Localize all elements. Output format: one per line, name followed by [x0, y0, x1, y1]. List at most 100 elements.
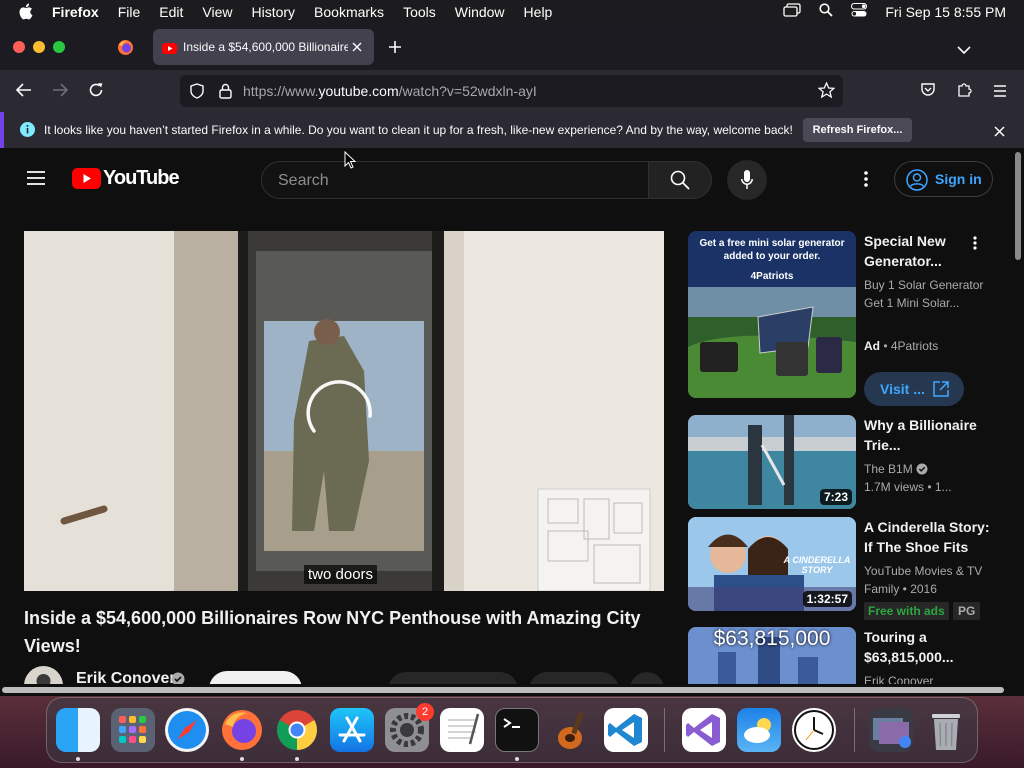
guide-menu-icon[interactable]: [26, 170, 46, 191]
menu-bar: Firefox File Edit View History Bookmarks…: [0, 0, 1024, 23]
close-tab-icon[interactable]: [351, 40, 363, 58]
info-icon: [20, 122, 35, 142]
close-window-button[interactable]: [13, 41, 25, 53]
firefox-running-dot: [240, 757, 244, 761]
apple-icon[interactable]: [18, 3, 36, 20]
weather-icon[interactable]: [737, 708, 781, 752]
voice-search-button[interactable]: [727, 160, 767, 200]
close-notification-icon[interactable]: [994, 124, 1005, 142]
menu-app-name[interactable]: Firefox: [52, 4, 99, 20]
url-text[interactable]: https://www.youtube.com/watch?v=52wdxln-…: [243, 83, 537, 99]
video-duration: 7:23: [819, 489, 852, 505]
search-placeholder: Search: [278, 172, 329, 189]
external-link-icon: [932, 380, 950, 403]
window-overlap-icon[interactable]: [783, 3, 802, 20]
extensions-puzzle-icon[interactable]: [956, 81, 973, 103]
vertical-scrollbar[interactable]: [1012, 148, 1024, 696]
chrome-icon[interactable]: [275, 708, 319, 752]
chrome-running-dot: [295, 757, 299, 761]
menu-help[interactable]: Help: [524, 4, 553, 20]
zoom-window-button[interactable]: [53, 41, 65, 53]
finder-icon[interactable]: [56, 708, 100, 752]
video-thumbnail-b1m[interactable]: 7:23: [688, 415, 856, 509]
menu-window[interactable]: Window: [455, 4, 505, 20]
textedit-icon[interactable]: [440, 708, 484, 752]
dock-separator: [664, 708, 665, 752]
safari-icon[interactable]: [165, 708, 209, 752]
settings-notification-badge: 2: [416, 703, 434, 721]
lock-icon[interactable]: [219, 83, 232, 104]
video-title-cinderella[interactable]: A Cinderella Story: If The Shoe Fits: [864, 517, 994, 557]
trash-icon[interactable]: [924, 708, 968, 752]
sign-in-button[interactable]: Sign in: [894, 161, 993, 197]
spotlight-search-icon[interactable]: [819, 3, 834, 20]
terminal-icon[interactable]: [495, 708, 539, 752]
vscode-icon[interactable]: [604, 708, 648, 752]
reload-icon[interactable]: [88, 82, 104, 103]
horizontal-scroll-thumb[interactable]: [2, 687, 1004, 693]
downloads-stack-icon[interactable]: [869, 708, 913, 752]
menubar-clock[interactable]: Fri Sep 15 8:55 PM: [885, 4, 1006, 20]
ad-thumbnail-text: Get a free mini solar generator added to…: [699, 238, 845, 262]
dock-separator: [854, 708, 855, 752]
firefox-view-icon[interactable]: [117, 39, 134, 61]
account-circle-icon: [906, 169, 928, 196]
thumbnail-title-text: A CINDERELLA STORY: [783, 555, 851, 575]
tab-strip: Inside a $54,600,000 Billionaire: [0, 23, 1024, 70]
list-all-tabs-icon[interactable]: [957, 42, 971, 60]
video-title-touring[interactable]: Touring a $63,815,000...: [864, 627, 994, 667]
control-center-icon[interactable]: [851, 3, 868, 20]
youtube-logo-icon[interactable]: [72, 168, 101, 194]
refresh-firefox-button[interactable]: Refresh Firefox...: [803, 118, 912, 142]
visual-studio-icon[interactable]: [682, 708, 726, 752]
pocket-icon[interactable]: [920, 82, 936, 103]
tab-active[interactable]: Inside a $54,600,000 Billionaire: [153, 29, 374, 65]
settings-more-icon[interactable]: [864, 171, 868, 192]
youtube-logo-text[interactable]: YouTube: [103, 167, 180, 190]
forward-arrow-icon[interactable]: [52, 82, 69, 103]
menu-bookmarks[interactable]: Bookmarks: [314, 4, 384, 20]
video-frame: [24, 231, 664, 591]
firefox-dock-icon[interactable]: [220, 708, 264, 752]
video-channel-b1m: The B1M: [864, 460, 994, 480]
ad-thumbnail-brand: 4Patriots: [750, 271, 794, 282]
sign-in-label: Sign in: [935, 171, 982, 187]
back-arrow-icon[interactable]: [15, 82, 32, 103]
video-title-b1m[interactable]: Why a Billionaire Trie...: [864, 415, 994, 455]
menu-history[interactable]: History: [251, 4, 295, 20]
youtube-masthead: YouTube Search Sign in: [0, 148, 1012, 208]
launchpad-icon[interactable]: [111, 708, 155, 752]
video-stats-b1m: 1.7M views • 1...: [864, 480, 952, 494]
video-duration: 1:32:57: [802, 591, 852, 607]
thumbnail-price-text: $63,815,000: [713, 627, 831, 650]
new-tab-icon[interactable]: [388, 40, 402, 59]
app-menu-hamburger-icon[interactable]: [993, 84, 1007, 102]
menu-edit[interactable]: Edit: [159, 4, 183, 20]
bookmark-star-icon[interactable]: [817, 81, 836, 104]
minimize-window-button[interactable]: [33, 41, 45, 53]
terminal-running-dot: [515, 757, 519, 761]
menu-view[interactable]: View: [202, 4, 232, 20]
tracking-shield-icon[interactable]: [190, 83, 204, 104]
app-store-icon[interactable]: [330, 708, 374, 752]
search-input[interactable]: Search: [261, 161, 649, 199]
video-stats-cinderella: Family • 2016: [864, 582, 937, 596]
ad-more-icon[interactable]: [973, 236, 977, 255]
video-thumbnail-touring[interactable]: $63,815,000: [688, 627, 856, 684]
video-channel-cinderella: YouTube Movies & TV: [864, 564, 983, 578]
video-player[interactable]: [24, 231, 664, 591]
menu-file[interactable]: File: [118, 4, 141, 20]
menu-tools[interactable]: Tools: [403, 4, 436, 20]
vertical-scroll-thumb[interactable]: [1015, 152, 1021, 260]
clock-icon[interactable]: [792, 708, 836, 752]
garageband-icon[interactable]: [550, 708, 594, 752]
solar-generator-image: [688, 287, 856, 398]
video-thumbnail-cinderella[interactable]: A CINDERELLA STORY 1:32:57: [688, 517, 856, 611]
search-button[interactable]: [648, 161, 712, 199]
visit-ad-button[interactable]: Visit ...: [864, 372, 964, 406]
horizontal-scrollbar[interactable]: [0, 684, 1012, 696]
ad-label: Ad: [864, 339, 880, 353]
dock: 2: [46, 697, 978, 763]
url-bar[interactable]: https://www.youtube.com/watch?v=52wdxln-…: [180, 75, 843, 107]
ad-thumbnail[interactable]: Get a free mini solar generator added to…: [688, 231, 856, 398]
